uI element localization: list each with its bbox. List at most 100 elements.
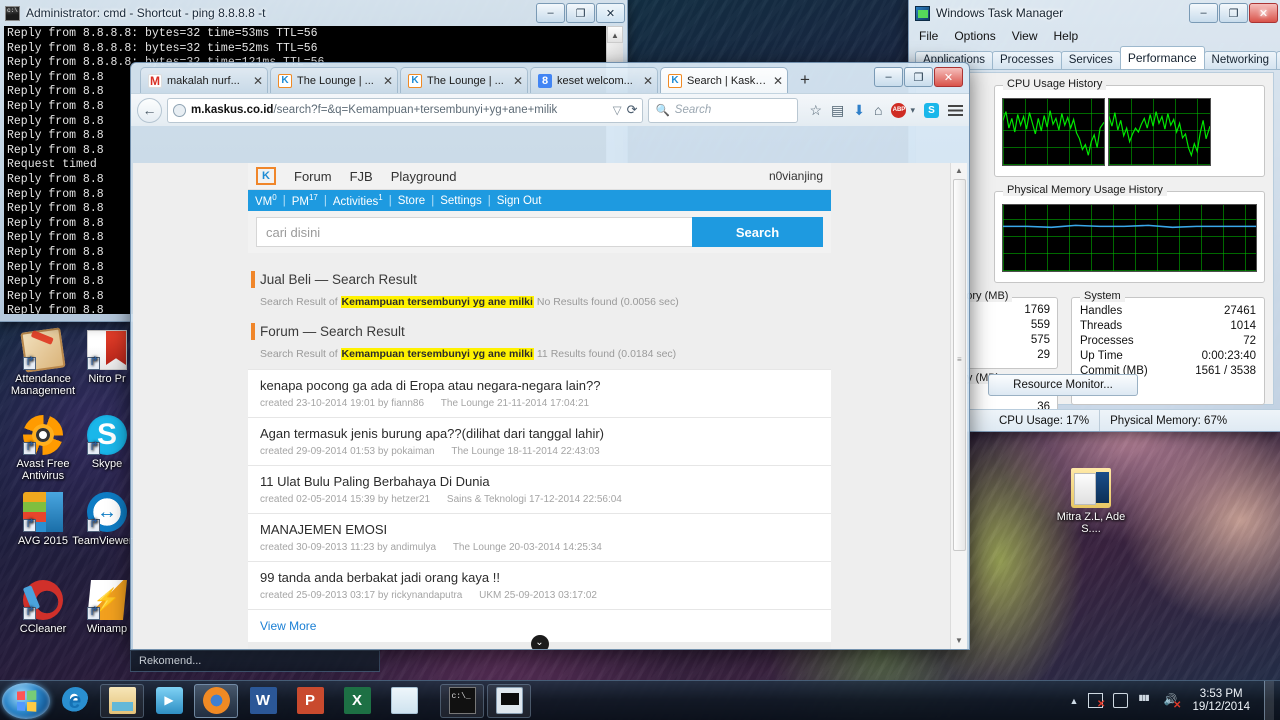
search-result-item[interactable]: MANAJEMEN EMOSI created 30-09-2013 11:23… — [248, 513, 831, 561]
kaskus-search-input[interactable]: cari disini — [256, 217, 692, 247]
search-result-item[interactable]: 99 tanda anda berbakat jadi orang kaya !… — [248, 561, 831, 609]
result-title[interactable]: MANAJEMEN EMOSI — [260, 522, 821, 538]
back-button[interactable]: ← — [137, 97, 162, 123]
menu-help[interactable]: Help — [1054, 29, 1079, 43]
taskbar-excel[interactable] — [335, 684, 379, 718]
home-icon[interactable]: ⌂ — [874, 102, 882, 118]
subnav-sign-out[interactable]: Sign Out — [497, 195, 542, 207]
result-title[interactable]: 99 tanda anda berbakat jadi orang kaya !… — [260, 570, 821, 586]
search-result-item[interactable]: Agan termasuk jenis burung apa??(dilihat… — [248, 417, 831, 465]
network-flag-icon[interactable]: ✕ — [1088, 693, 1105, 710]
taskbar-word[interactable] — [241, 684, 285, 718]
taskbar-clock[interactable]: 3:53 PM 19/12/2014 — [1188, 688, 1254, 714]
adblock-dropdown-icon[interactable]: ▾ — [910, 105, 915, 116]
desktop-icon-attendance-management[interactable]: Attendance Management — [6, 327, 80, 397]
taskbar-powerpoint[interactable] — [288, 684, 332, 718]
browser-tab-lounge-2[interactable]: The Lounge | ... ✕ — [400, 67, 528, 93]
adblock-icon[interactable] — [891, 102, 907, 118]
result-title[interactable]: kenapa pocong ga ada di Eropa atau negar… — [260, 378, 821, 394]
page-vertical-scrollbar[interactable]: ▲ ▼ — [950, 163, 967, 649]
tab-close-icon[interactable]: ✕ — [773, 75, 783, 87]
browser-search-bar[interactable]: 🔍 Search — [648, 97, 799, 123]
nav-fjb[interactable]: FJB — [350, 169, 373, 184]
start-button[interactable] — [2, 682, 50, 719]
section-info-forum: Search Result of Kemampuan tersembunyi y… — [248, 346, 831, 369]
taskbar-notepad[interactable] — [382, 684, 426, 718]
search-result-item[interactable]: 11 Ulat Bulu Paling Berbahaya Di Dunia c… — [248, 465, 831, 513]
firefox-maximize-button[interactable]: ❐ — [904, 67, 933, 87]
tab-users[interactable]: Users — [1276, 51, 1280, 69]
subnav-pm[interactable]: PM17 — [292, 193, 318, 208]
desktop-icon-ccleaner[interactable]: CCleaner — [6, 580, 80, 635]
skype-icon[interactable] — [924, 102, 939, 118]
show-hidden-icons-button[interactable]: ▲ — [1070, 696, 1079, 706]
taskbar-windows-media-player[interactable] — [147, 684, 191, 718]
browser-tab-keset-welcome[interactable]: keset welcom... ✕ — [530, 67, 658, 93]
taskbar-task-manager[interactable] — [487, 683, 531, 718]
tab-close-icon[interactable]: ✕ — [253, 75, 263, 87]
url-address-bar[interactable]: m.kaskus.co.id/search?f=&q=Kemampuan+ter… — [167, 97, 644, 123]
downloads-icon[interactable]: ⬇ — [853, 102, 865, 119]
desktop-icon-avg-2015[interactable]: AVG 2015 — [6, 492, 80, 547]
taskbar-command-prompt[interactable] — [440, 683, 484, 718]
desktop-icon-avast[interactable]: Avast Free Antivirus — [6, 415, 80, 482]
subnav-activities[interactable]: Activities1 — [333, 193, 383, 208]
taskbar-firefox[interactable] — [194, 683, 238, 718]
kaskus-logo-icon[interactable]: K — [256, 167, 276, 185]
menu-options[interactable]: Options — [954, 29, 995, 43]
cmd-minimize-button[interactable]: – — [536, 3, 565, 23]
scrollbar-thumb[interactable] — [953, 179, 966, 551]
kaskus-username[interactable]: n0vianjing — [769, 169, 823, 183]
scroll-down-fab-icon[interactable]: ⌄ — [530, 635, 549, 649]
menu-view[interactable]: View — [1012, 29, 1038, 43]
tm-close-button[interactable]: ✕ — [1249, 3, 1278, 23]
tab-services[interactable]: Services — [1060, 51, 1121, 69]
firefox-minimize-button[interactable]: – — [874, 67, 903, 87]
subnav-settings[interactable]: Settings — [440, 195, 482, 207]
menu-hamburger-icon[interactable] — [948, 104, 963, 116]
tab-performance[interactable]: Performance — [1119, 46, 1205, 69]
taskbar-internet-explorer[interactable] — [53, 684, 97, 718]
search-result-item[interactable]: kenapa pocong ga ada di Eropa atau negar… — [248, 369, 831, 417]
tab-processes[interactable]: Processes — [992, 51, 1062, 69]
browser-tab-makalah[interactable]: makalah nurf... ✕ — [140, 67, 268, 93]
resource-monitor-button[interactable]: Resource Monitor... — [988, 374, 1138, 396]
tm-minimize-button[interactable]: – — [1189, 3, 1218, 23]
volume-icon[interactable]: ✕ — [1163, 693, 1181, 711]
scroll-down-icon[interactable]: ▼ — [951, 633, 967, 649]
browser-tab-lounge-1[interactable]: The Lounge | ... ✕ — [270, 67, 398, 93]
firefox-browser-window[interactable]: makalah nurf... ✕ The Lounge | ... ✕ The… — [130, 62, 970, 650]
tm-maximize-button[interactable]: ❐ — [1219, 3, 1248, 23]
tab-networking[interactable]: Networking — [1203, 51, 1278, 69]
kaskus-search-button[interactable]: Search — [692, 217, 823, 247]
signal-icon[interactable] — [1138, 693, 1153, 708]
subnav-vm[interactable]: VM0 — [255, 193, 277, 208]
subnav-store[interactable]: Store — [398, 195, 426, 207]
scroll-up-icon[interactable]: ▲ — [951, 163, 967, 179]
menu-file[interactable]: File — [919, 29, 938, 43]
nav-forum[interactable]: Forum — [294, 169, 332, 184]
firefox-close-button[interactable]: ✕ — [934, 67, 963, 87]
rekomend-window-titlebar[interactable]: Rekomend... — [130, 650, 380, 672]
tab-close-icon[interactable]: ✕ — [513, 75, 523, 87]
cmd-close-button[interactable]: ✕ — [596, 3, 625, 23]
tab-close-icon[interactable]: ✕ — [383, 75, 393, 87]
result-title[interactable]: 11 Ulat Bulu Paling Berbahaya Di Dunia — [260, 474, 821, 490]
cmd-maximize-button[interactable]: ❐ — [566, 3, 595, 23]
show-desktop-button[interactable] — [1264, 680, 1274, 720]
nav-playground[interactable]: Playground — [391, 169, 457, 184]
browser-tab-search-kaskus[interactable]: Search | Kasku... ✕ — [660, 67, 788, 93]
desktop-icon-mitra-folder[interactable]: Mitra Z.L, Ade S.... — [1046, 468, 1136, 535]
reader-list-icon[interactable]: ▤ — [831, 102, 844, 119]
url-dropdown-icon[interactable]: ▽ — [613, 103, 622, 117]
cmd-scroll-up-icon[interactable]: ▲ — [607, 26, 623, 43]
bookmark-star-icon[interactable]: ☆ — [809, 102, 822, 119]
desktop-icon-label: Mitra Z.L, Ade S.... — [1056, 511, 1126, 535]
battery-icon[interactable] — [1113, 693, 1129, 708]
result-title[interactable]: Agan termasuk jenis burung apa??(dilihat… — [260, 426, 821, 442]
taskbar-windows-explorer[interactable] — [100, 683, 144, 718]
new-tab-button[interactable]: + — [794, 67, 816, 93]
nitro-pro-icon — [87, 330, 127, 370]
tab-close-icon[interactable]: ✕ — [643, 75, 653, 87]
reload-icon[interactable]: ⟳ — [627, 102, 638, 118]
